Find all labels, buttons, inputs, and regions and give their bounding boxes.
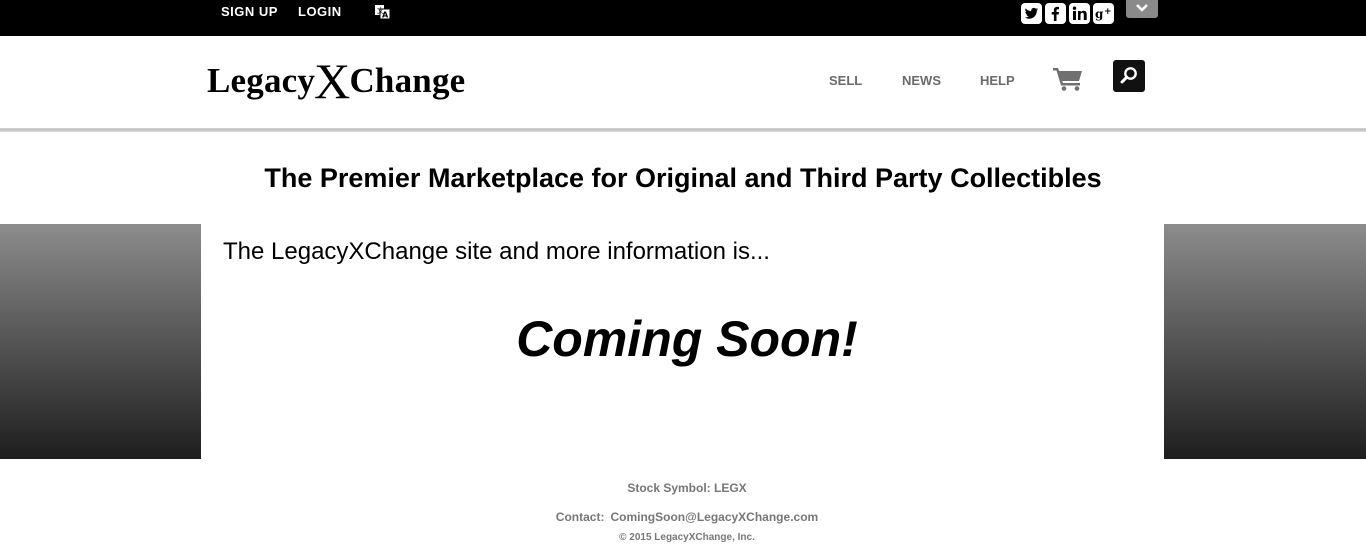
google-plus-icon[interactable]: g + bbox=[1093, 3, 1114, 24]
contact-email-link[interactable]: ComingSoon@LegacyXChange.com bbox=[610, 510, 818, 524]
svg-text:A: A bbox=[382, 11, 389, 20]
chevron-down-icon bbox=[1136, 4, 1148, 12]
nav-help[interactable]: HELP bbox=[980, 73, 1015, 88]
logo-text-x: X bbox=[314, 53, 351, 109]
nav-sell[interactable]: SELL bbox=[829, 73, 862, 88]
cart-icon[interactable] bbox=[1053, 66, 1083, 91]
right-gradient-panel bbox=[1164, 224, 1366, 459]
sign-up-link[interactable]: SIGN UP bbox=[221, 4, 278, 19]
facebook-icon[interactable] bbox=[1045, 3, 1066, 24]
copyright: © 2015 LegacyXChange, Inc. bbox=[619, 532, 755, 543]
search-button[interactable] bbox=[1113, 60, 1145, 92]
dropdown-toggle-button[interactable] bbox=[1126, 0, 1158, 18]
svg-text:g: g bbox=[1095, 7, 1104, 21]
svg-text:+: + bbox=[1104, 7, 1112, 17]
intro-text: The LegacyXChange site and more informat… bbox=[223, 238, 770, 265]
contact-line: Contact: ComingSoon@LegacyXChange.com bbox=[0, 510, 1366, 524]
top-bar: SIGN UP LOGIN 文 A g + bbox=[0, 0, 1366, 36]
twitter-icon[interactable] bbox=[1021, 3, 1042, 24]
contact-label: Contact: bbox=[555, 510, 605, 524]
linkedin-icon[interactable] bbox=[1069, 3, 1090, 24]
coming-soon-panel: The LegacyXChange site and more informat… bbox=[201, 224, 1164, 459]
left-gradient-panel bbox=[0, 224, 201, 459]
translate-icon[interactable]: 文 A bbox=[375, 5, 391, 20]
login-link[interactable]: LOGIN bbox=[298, 4, 342, 19]
logo-text-legacy: Legacy bbox=[207, 61, 316, 100]
header-divider bbox=[0, 128, 1366, 132]
page-headline: The Premier Marketplace for Original and… bbox=[264, 163, 1102, 193]
search-icon bbox=[1120, 67, 1137, 84]
logo-text-change: Change bbox=[349, 61, 466, 100]
stock-symbol: Stock Symbol: LEGX bbox=[627, 481, 747, 495]
site-header bbox=[0, 36, 1366, 128]
site-logo[interactable]: LegacyXChange bbox=[207, 52, 465, 110]
coming-soon-heading: Coming Soon! bbox=[516, 311, 858, 367]
nav-news[interactable]: NEWS bbox=[902, 73, 941, 88]
